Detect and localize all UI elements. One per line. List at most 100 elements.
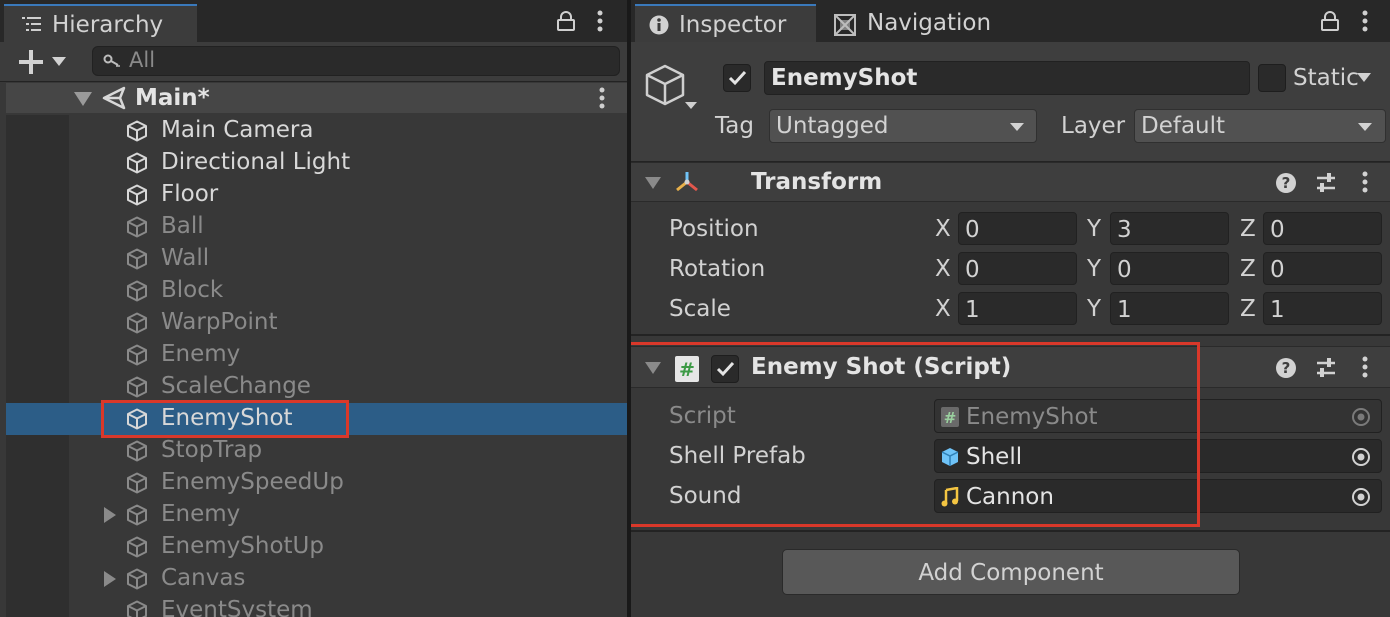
layer-value: Default — [1141, 113, 1226, 139]
hierarchy-item[interactable]: EnemyShotUp — [6, 531, 627, 563]
transform-row-label: Rotation — [669, 256, 766, 282]
script-help-icon[interactable]: ? — [1275, 357, 1297, 379]
hierarchy-item[interactable]: Ball — [6, 211, 627, 243]
gameobject-cube-icon[interactable] — [645, 62, 701, 114]
gameobject-cube-icon — [127, 248, 147, 270]
inspector-lock-icon[interactable] — [1321, 11, 1339, 31]
expand-arrow-icon[interactable] — [104, 571, 116, 587]
hierarchy-item-label: Main Camera — [161, 117, 314, 143]
svg-text:?: ? — [1282, 359, 1291, 377]
hierarchy-item-label: EnemyShotUp — [161, 533, 324, 559]
axis-label-x: X — [935, 216, 951, 242]
hierarchy-tab-label: Hierarchy — [52, 12, 164, 38]
static-label: Static — [1293, 65, 1359, 91]
tag-dropdown[interactable]: Untagged — [769, 109, 1037, 143]
hierarchy-item[interactable]: Enemy — [6, 339, 627, 371]
transform-row-scale: Scale X 1 Y 1 Z 1 — [631, 290, 1390, 326]
plus-icon — [19, 50, 43, 74]
gameobject-cube-icon — [127, 536, 147, 558]
hierarchy-item[interactable]: WarpPoint — [6, 307, 627, 339]
hierarchy-item[interactable]: EventSystem — [6, 595, 627, 617]
layer-dropdown[interactable]: Default — [1134, 109, 1386, 143]
hierarchy-item[interactable]: ScaleChange — [6, 371, 627, 403]
tab-navigation[interactable]: Navigation — [824, 4, 1014, 42]
script-more-icon[interactable] — [1361, 356, 1369, 378]
x-field[interactable]: 0 — [958, 212, 1077, 245]
hierarchy-item[interactable]: Floor — [6, 179, 627, 211]
hierarchy-item[interactable]: Enemy — [6, 499, 627, 531]
expand-arrow-icon[interactable] — [104, 507, 116, 523]
y-field[interactable]: 3 — [1110, 212, 1229, 245]
help-icon[interactable]: ? — [1275, 172, 1297, 194]
hierarchy-item[interactable]: StopTrap — [6, 435, 627, 467]
presets-icon[interactable] — [1315, 172, 1337, 194]
transform-title: Transform — [751, 169, 883, 195]
gameobject-cube-icon — [127, 376, 147, 398]
hierarchy-item-label: EnemySpeedUp — [161, 469, 344, 495]
transform-row-position: Position X 0 Y 3 Z 0 — [631, 210, 1390, 246]
hierarchy-item[interactable]: Main Camera — [6, 115, 627, 147]
gameobject-header — [631, 42, 1390, 162]
search-field[interactable]: All — [92, 46, 620, 76]
tab-hierarchy[interactable]: Hierarchy — [4, 4, 197, 42]
lock-icon[interactable] — [557, 11, 575, 31]
object-picker-icon[interactable] — [1351, 487, 1371, 507]
hierarchy-item[interactable]: Canvas — [6, 563, 627, 595]
hierarchy-item-label: Wall — [161, 245, 210, 271]
object-name-field[interactable]: EnemyShot — [764, 61, 1250, 95]
hierarchy-item-label: Ball — [161, 213, 204, 239]
hierarchy-item-label: WarpPoint — [161, 309, 278, 335]
scene-more-icon[interactable] — [598, 87, 606, 109]
object-picker-icon[interactable] — [1351, 407, 1371, 427]
script-presets-icon[interactable] — [1315, 357, 1337, 379]
transform-more-icon[interactable] — [1361, 171, 1369, 193]
x-value: 1 — [965, 297, 980, 323]
hierarchy-item[interactable]: Block — [6, 275, 627, 307]
z-field[interactable]: 0 — [1263, 252, 1382, 285]
gameobject-cube-icon — [127, 216, 147, 238]
hierarchy-item-label: Floor — [161, 181, 219, 207]
transform-header[interactable]: Transform ? — [631, 162, 1390, 202]
active-checkbox[interactable] — [723, 64, 751, 92]
search-input[interactable]: All — [129, 50, 155, 71]
scene-row[interactable]: Main* — [6, 83, 627, 113]
static-dropdown-icon[interactable] — [1357, 73, 1371, 82]
z-value: 0 — [1270, 257, 1285, 283]
y-field[interactable]: 0 — [1110, 252, 1229, 285]
gameobject-cube-icon — [127, 440, 147, 462]
z-field[interactable]: 0 — [1263, 212, 1382, 245]
hierarchy-item[interactable]: Wall — [6, 243, 627, 275]
hierarchy-item-label: Enemy — [161, 501, 241, 527]
unity-scene-icon — [102, 86, 126, 110]
x-value: 0 — [965, 217, 980, 243]
hierarchy-list-icon — [22, 17, 41, 31]
gameobject-cube-icon — [127, 344, 147, 366]
component-divider — [631, 530, 1390, 532]
static-checkbox[interactable] — [1258, 64, 1286, 92]
transform-foldout-icon[interactable] — [645, 177, 661, 189]
scene-name: Main* — [135, 85, 210, 111]
gameobject-cube-icon — [127, 312, 147, 334]
gameobject-cube-icon — [127, 504, 147, 526]
create-button[interactable] — [14, 47, 74, 75]
tag-dropdown-arrow-icon — [1010, 123, 1024, 131]
more-options-icon[interactable] — [596, 10, 604, 32]
x-field[interactable]: 0 — [958, 252, 1077, 285]
annotation-highlight-box — [101, 400, 349, 438]
gameobject-cube-icon — [127, 152, 147, 174]
tab-inspector[interactable]: Inspector — [635, 4, 816, 42]
x-field[interactable]: 1 — [958, 292, 1077, 325]
object-picker-icon[interactable] — [1351, 447, 1371, 467]
hierarchy-panel: Hierarchy All Main* Main Camera Directio… — [0, 0, 627, 617]
gameobject-cube-icon — [127, 600, 147, 617]
z-field[interactable]: 1 — [1263, 292, 1382, 325]
hierarchy-item-label: ScaleChange — [161, 373, 311, 399]
axis-label-z: Z — [1240, 296, 1256, 322]
hierarchy-item[interactable]: Directional Light — [6, 147, 627, 179]
add-component-button[interactable]: Add Component — [782, 549, 1240, 595]
hierarchy-item[interactable]: EnemySpeedUp — [6, 467, 627, 499]
component-divider — [631, 334, 1390, 336]
inspector-more-icon[interactable] — [1361, 10, 1369, 32]
hierarchy-item-label: Enemy — [161, 341, 241, 367]
y-field[interactable]: 1 — [1110, 292, 1229, 325]
